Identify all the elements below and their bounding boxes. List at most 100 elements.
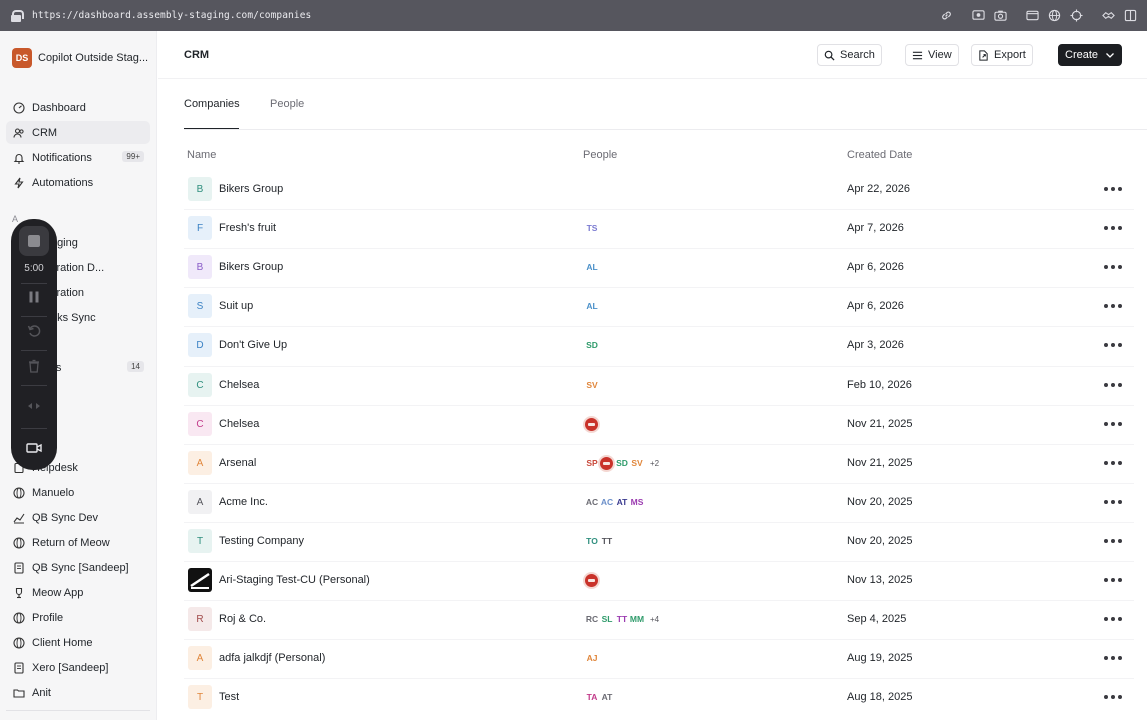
row-actions-menu-icon[interactable] <box>1104 260 1122 274</box>
people-avatars: TS <box>583 219 598 237</box>
row-actions-menu-icon[interactable] <box>1104 221 1122 235</box>
table-row[interactable]: D Don't Give Up SD Apr 3, 2026 <box>184 326 1134 365</box>
column-header-created-date[interactable]: Created Date <box>847 149 912 161</box>
row-divider <box>184 561 1134 562</box>
company-name[interactable]: Suit up <box>219 300 253 312</box>
table-row[interactable]: T Test TA AT Aug 18, 2025 <box>184 678 1134 717</box>
sidebar-app-item-meow-app[interactable]: Meow App <box>6 581 150 604</box>
sidebar-app-item-anit[interactable]: Anit <box>6 681 150 704</box>
people-avatars: SP SD SV +2 <box>583 454 659 472</box>
table-row[interactable]: C Chelsea SV Feb 10, 2026 <box>184 366 1134 405</box>
table-row[interactable]: Aadfa jalkdjf (Personal) AJ Aug 19, 2025 <box>184 639 1134 678</box>
workspace-switcher[interactable]: DS Copilot Outside Stag... <box>12 48 148 68</box>
created-date: Apr 3, 2026 <box>847 339 904 351</box>
table-row[interactable]: A Arsenal SP SD SV +2 Nov 21, 2025 <box>184 444 1134 483</box>
sidebar-app-item-return-of-meow[interactable]: Return of Meow <box>6 531 150 554</box>
sidebar-item-crm[interactable]: CRM <box>6 121 150 144</box>
stop-recording-button[interactable] <box>19 226 49 256</box>
company-name[interactable]: Don't Give Up <box>219 339 287 351</box>
row-actions-menu-icon[interactable] <box>1104 573 1122 587</box>
extension-icon[interactable] <box>1097 0 1119 31</box>
table-row[interactable]: Ari-Staging Test-CU (Personal) Nov 13, 20… <box>184 561 1134 600</box>
address-bar[interactable]: https://dashboard.assembly-staging.com/c… <box>32 10 311 21</box>
company-name[interactable]: Chelsea <box>219 418 259 430</box>
row-actions-menu-icon[interactable] <box>1104 612 1122 626</box>
created-date: Apr 7, 2026 <box>847 222 904 234</box>
table-row[interactable]: B Bikers Group AL Apr 6, 2026 <box>184 248 1134 287</box>
table-row[interactable]: C Chelsea Nov 21, 2025 <box>184 405 1134 444</box>
company-name[interactable]: Bikers Group <box>219 183 283 195</box>
create-button[interactable]: Create <box>1058 44 1123 66</box>
company-name[interactable]: adfa jalkdjf (Personal) <box>219 652 325 664</box>
table-row[interactable]: R Roj & Co. RC SL TT MM +4 Sep 4, 2025 <box>184 600 1134 639</box>
recorder-divider <box>21 385 47 386</box>
created-date: Aug 19, 2025 <box>847 652 913 664</box>
people-avatars: TA AT <box>583 688 613 706</box>
list-icon <box>912 51 923 59</box>
company-name[interactable]: Roj & Co. <box>219 613 266 625</box>
sidebar-toggle-icon[interactable] <box>1119 0 1141 31</box>
people-avatars <box>583 571 600 589</box>
company-name[interactable]: Testing Company <box>219 535 304 547</box>
sidebar-app-item-qb-sync-dev[interactable]: QB Sync Dev <box>6 506 150 529</box>
people-avatars: SV <box>583 376 598 394</box>
row-actions-menu-icon[interactable] <box>1104 299 1122 313</box>
export-button[interactable]: Export <box>971 44 1033 66</box>
column-header-name[interactable]: Name <box>187 149 216 161</box>
pause-recording-button[interactable] <box>19 282 49 312</box>
window-icon[interactable] <box>1021 0 1043 31</box>
camera-toggle-button[interactable] <box>19 433 49 463</box>
created-date: Aug 18, 2025 <box>847 691 913 703</box>
row-actions-menu-icon[interactable] <box>1104 417 1122 431</box>
row-actions-menu-icon[interactable] <box>1104 456 1122 470</box>
tab-people[interactable]: People <box>270 98 304 110</box>
sidebar-item-notifications[interactable]: Notifications 99+ <box>6 146 150 169</box>
camera-icon[interactable] <box>989 0 1011 31</box>
screen-record-icon[interactable] <box>967 0 989 31</box>
avatar: AL <box>586 262 598 272</box>
sidebar-app-item-qb-sync-sandeep[interactable]: QB Sync [Sandeep] <box>6 556 150 579</box>
restart-recording-button[interactable] <box>19 316 49 346</box>
row-divider <box>184 405 1134 406</box>
globe-icon[interactable] <box>1043 0 1065 31</box>
company-name[interactable]: Arsenal <box>219 457 256 469</box>
table-row[interactable]: T Testing Company TO TT Nov 20, 2025 <box>184 522 1134 561</box>
column-header-people[interactable]: People <box>583 149 617 161</box>
table-row[interactable]: S Suit up AL Apr 6, 2026 <box>184 287 1134 326</box>
company-name[interactable]: Bikers Group <box>219 261 283 273</box>
link-icon[interactable] <box>935 0 957 31</box>
crosshair-icon[interactable] <box>1065 0 1087 31</box>
search-button[interactable]: Search <box>817 44 882 66</box>
delete-recording-button[interactable] <box>19 351 49 381</box>
workspace-logo: DS <box>12 48 32 68</box>
audio-toggle-button[interactable] <box>19 391 49 421</box>
company-name[interactable]: Chelsea <box>219 379 259 391</box>
company-name[interactable]: Fresh's fruit <box>219 222 276 234</box>
sidebar-item-automations[interactable]: Automations <box>6 171 150 194</box>
row-actions-menu-icon[interactable] <box>1104 182 1122 196</box>
table-row[interactable]: F Fresh's fruit TS Apr 7, 2026 <box>184 209 1134 248</box>
row-actions-menu-icon[interactable] <box>1104 495 1122 509</box>
company-name[interactable]: Ari-Staging Test-CU (Personal) <box>219 574 370 586</box>
page-title: CRM <box>184 49 210 61</box>
apps-section-label: A <box>12 214 19 224</box>
sidebar-app-item-profile[interactable]: Profile <box>6 606 150 629</box>
tab-companies[interactable]: Companies <box>184 98 240 110</box>
table-row[interactable]: A Acme Inc. AC AC AT MS Nov 20, 2025 <box>184 483 1134 522</box>
sidebar-item-dashboard[interactable]: Dashboard <box>6 96 150 119</box>
table-row[interactable]: B Bikers Group Apr 22, 2026 <box>184 170 1134 209</box>
row-divider <box>184 366 1134 367</box>
row-actions-menu-icon[interactable] <box>1104 651 1122 665</box>
company-name[interactable]: Test <box>219 691 239 703</box>
row-actions-menu-icon[interactable] <box>1104 378 1122 392</box>
sidebar-app-item-client-home[interactable]: Client Home <box>6 631 150 654</box>
messages-count-badge: 14 <box>127 361 144 372</box>
sidebar-app-item-xero-sandeep[interactable]: Xero [Sandeep] <box>6 656 150 679</box>
chart-icon <box>12 511 25 524</box>
company-name[interactable]: Acme Inc. <box>219 496 268 508</box>
row-actions-menu-icon[interactable] <box>1104 534 1122 548</box>
row-actions-menu-icon[interactable] <box>1104 338 1122 352</box>
view-button[interactable]: View <box>905 44 959 66</box>
sidebar-app-item-manuelo[interactable]: Manuelo <box>6 481 150 504</box>
row-actions-menu-icon[interactable] <box>1104 690 1122 704</box>
